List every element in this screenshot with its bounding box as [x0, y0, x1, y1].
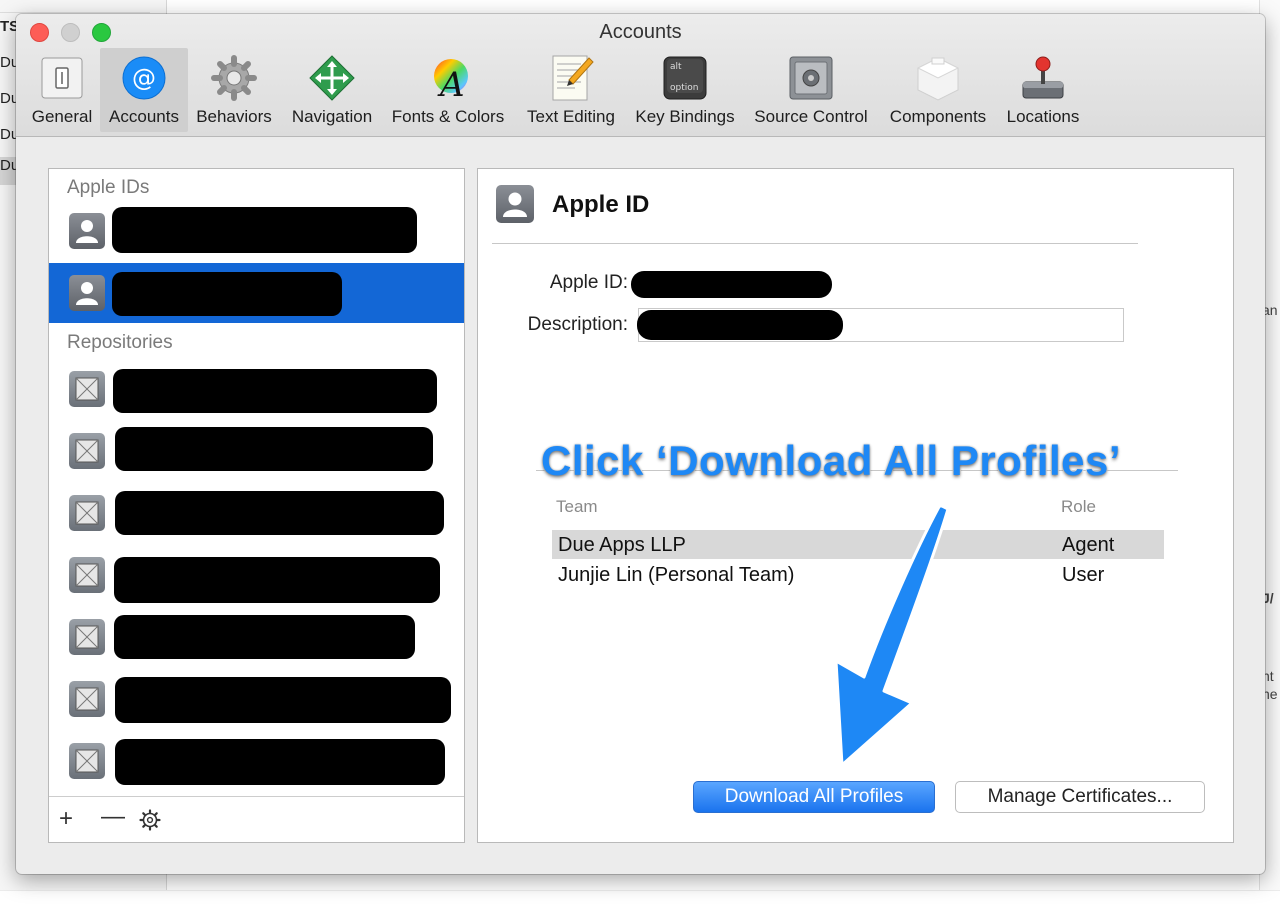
team-column-header[interactable]: Team — [556, 497, 598, 517]
toolbar-label: Key Bindings — [635, 107, 735, 126]
toolbar-label: Accounts — [109, 107, 179, 126]
toolbar-item-text-editing[interactable]: Text Editing — [516, 48, 626, 132]
repository-icon — [69, 433, 105, 469]
gear-icon[interactable] — [139, 809, 161, 831]
user-icon — [496, 185, 534, 223]
toolbar-label: Source Control — [754, 107, 868, 126]
toolbar-item-components[interactable]: Components — [882, 48, 994, 132]
toolbar-item-navigation[interactable]: Navigation — [284, 48, 380, 132]
toolbar-item-behaviors[interactable]: Behaviors — [192, 48, 276, 132]
list-item[interactable] — [49, 731, 464, 791]
redaction-block — [112, 207, 417, 253]
redaction-block — [115, 677, 451, 723]
toolbar-label: Locations — [1006, 107, 1080, 126]
toolbar-label: Fonts & Colors — [391, 107, 505, 126]
list-item[interactable] — [49, 483, 464, 543]
table-row[interactable]: Due Apps LLP Agent — [552, 530, 1164, 559]
background-bottom-strip — [0, 890, 1280, 924]
account-detail-panel: Apple ID Apple ID: Description: Team Rol… — [477, 168, 1234, 843]
list-item[interactable] — [49, 669, 464, 729]
toolbar-item-key-bindings[interactable]: alt option Key Bindings — [630, 48, 740, 132]
toolbar-item-accounts[interactable]: @ Accounts — [100, 48, 188, 132]
manage-certificates-button[interactable]: Manage Certificates... — [955, 781, 1205, 813]
toolbar-label: General — [31, 107, 93, 126]
user-icon — [69, 213, 105, 249]
repository-icon — [69, 371, 105, 407]
redaction-block — [115, 739, 445, 785]
gear-icon — [211, 55, 257, 101]
toolbar-label: Behaviors — [196, 107, 272, 126]
repository-icon — [69, 681, 105, 717]
team-role: User — [1062, 564, 1105, 586]
components-icon — [916, 57, 960, 101]
description-field[interactable] — [637, 308, 1124, 342]
account-title: Apple ID — [552, 191, 650, 218]
list-item[interactable] — [49, 359, 464, 419]
toolbar-item-general[interactable]: General — [26, 48, 98, 132]
repository-icon — [69, 743, 105, 779]
description-value-redacted — [637, 310, 843, 340]
apple-ids-header: Apple IDs — [67, 177, 150, 198]
toolbar: Accounts General @ Accounts Behaviors Na… — [16, 14, 1265, 137]
redaction-block — [114, 557, 440, 603]
redaction-block — [113, 369, 437, 413]
remove-account-button[interactable]: — — [101, 803, 125, 831]
list-item[interactable] — [49, 607, 464, 667]
svg-text:@: @ — [132, 64, 156, 92]
redaction-block — [115, 427, 433, 471]
preferences-window: Accounts General @ Accounts Behaviors Na… — [16, 14, 1265, 874]
text-editing-icon — [552, 55, 594, 101]
list-footer: + — — [49, 796, 464, 842]
team-name: Due Apps LLP — [558, 534, 686, 556]
window-title: Accounts — [599, 21, 682, 43]
list-item[interactable] — [49, 201, 464, 261]
repository-icon — [69, 619, 105, 655]
toolbar-item-fonts-colors[interactable]: A Fonts & Colors — [386, 48, 510, 132]
background-label: Du — [0, 157, 19, 185]
toolbar-item-locations[interactable]: Locations — [998, 48, 1088, 132]
toolbar-label: Components — [889, 107, 987, 126]
table-row[interactable]: Junjie Lin (Personal Team) User — [552, 560, 1164, 589]
description-label: Description: — [527, 314, 628, 335]
apple-id-value-redacted — [631, 271, 832, 298]
general-icon — [41, 57, 83, 99]
divider — [492, 243, 1138, 244]
redaction-block — [114, 615, 415, 659]
team-role: Agent — [1062, 534, 1115, 556]
safe-icon — [789, 56, 833, 100]
list-item[interactable] — [49, 421, 464, 481]
keyboard-key-icon: alt option — [663, 56, 707, 100]
accounts-list-panel: Apple IDs Repositories + — — [48, 168, 465, 843]
team-name: Junjie Lin (Personal Team) — [558, 564, 795, 586]
redaction-block — [115, 491, 444, 535]
list-item[interactable] — [49, 545, 464, 605]
role-column-header[interactable]: Role — [1061, 497, 1096, 517]
download-all-profiles-button[interactable]: Download All Profiles — [693, 781, 935, 813]
repositories-header: Repositories — [67, 332, 173, 353]
repository-icon — [69, 495, 105, 531]
repository-icon — [69, 557, 105, 593]
svg-text:A: A — [437, 65, 465, 102]
key-text-alt: alt — [670, 62, 682, 72]
toolbar-label: Navigation — [291, 107, 373, 126]
background-divider — [0, 12, 150, 13]
tutorial-annotation: Click ‘Download All Profiles’ — [540, 436, 1122, 485]
apple-id-label: Apple ID: — [549, 272, 628, 293]
navigation-arrows-icon — [309, 55, 355, 101]
fonts-colors-icon: A — [434, 59, 468, 102]
toolbar-label: Text Editing — [527, 107, 615, 126]
redaction-block — [112, 272, 342, 316]
list-item[interactable] — [49, 263, 464, 323]
key-text-option: option — [670, 83, 698, 93]
at-sign-icon: @ — [122, 56, 166, 100]
user-icon — [69, 275, 105, 311]
add-account-button[interactable]: + — [59, 805, 73, 833]
joystick-icon — [1022, 56, 1064, 99]
toolbar-item-source-control[interactable]: Source Control — [746, 48, 876, 132]
